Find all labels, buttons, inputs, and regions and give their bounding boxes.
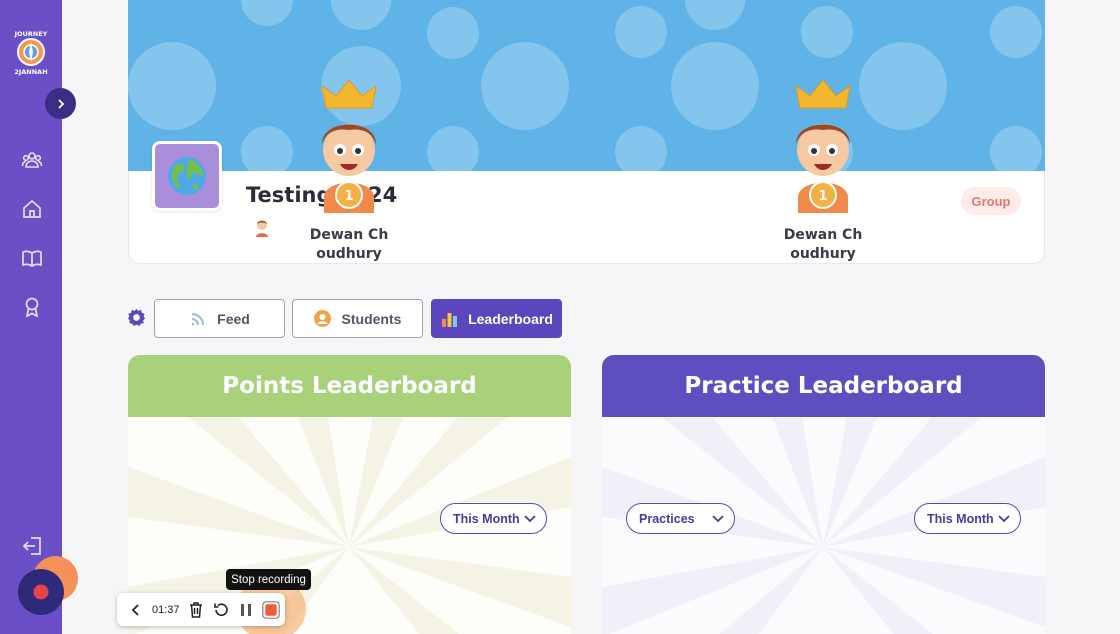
practice-period-dropdown[interactable]: This Month	[914, 503, 1021, 534]
practice-winner-avatar: 1	[788, 78, 858, 213]
tab-leaderboard[interactable]: Leaderboard	[431, 299, 562, 338]
points-leaderboard-title: Points Leaderboard	[128, 355, 571, 417]
stop-recording-tooltip: Stop recording	[226, 569, 311, 590]
restart-icon[interactable]	[212, 601, 230, 619]
globe-icon	[168, 157, 206, 195]
tab-leaderboard-label: Leaderboard	[468, 310, 553, 327]
stop-icon	[261, 600, 280, 619]
chevron-left-icon[interactable]	[127, 601, 145, 619]
rss-icon	[189, 310, 207, 328]
practice-leaderboard-card: Practice Leaderboard Practices This Mont…	[602, 355, 1045, 634]
recording-toolbar: 01:37	[117, 593, 285, 626]
tab-feed-label: Feed	[217, 310, 250, 327]
practice-leaderboard-title: Practice Leaderboard	[602, 355, 1045, 417]
group-cover-banner	[128, 0, 1045, 171]
award-icon[interactable]	[21, 296, 43, 318]
points-period-value: This Month	[453, 511, 520, 526]
svg-text:JOURNEY: JOURNEY	[14, 30, 48, 38]
points-winner-name-line2: oudhury	[316, 246, 382, 262]
practice-filter-value: Practices	[639, 511, 695, 526]
tab-students[interactable]: Students	[292, 299, 423, 338]
expand-sidebar-button[interactable]	[45, 88, 76, 119]
chevron-down-icon	[712, 514, 724, 522]
practice-filter-dropdown[interactable]: Practices	[626, 503, 735, 534]
points-winner-name: Dewan Ch oudhury	[289, 226, 409, 264]
svg-text:2JANNAH: 2JANNAH	[14, 68, 47, 76]
practice-winner-name-line2: oudhury	[790, 246, 856, 262]
pause-icon[interactable]	[237, 601, 255, 619]
points-winner-name-line1: Dewan Ch	[309, 227, 389, 243]
home-icon[interactable]	[21, 198, 43, 220]
practice-winner-name-line1: Dewan Ch	[783, 227, 863, 243]
users-icon[interactable]	[21, 149, 43, 171]
group-avatar	[152, 141, 222, 211]
member-avatar[interactable]	[253, 218, 271, 238]
chevron-down-icon	[524, 514, 536, 522]
practice-leaderboard-body: Practices This Month	[602, 417, 1045, 634]
tab-students-label: Students	[341, 310, 402, 327]
points-winner-avatar: 1	[314, 78, 384, 213]
recording-time: 01:37	[152, 603, 180, 616]
bar-chart-icon	[440, 310, 458, 328]
chevron-right-icon	[57, 98, 64, 109]
practice-winner-rank: 1	[818, 189, 827, 204]
points-winner-rank: 1	[344, 189, 353, 204]
student-icon	[314, 310, 332, 328]
book-icon[interactable]	[21, 247, 43, 269]
journey-logo[interactable]: JOURNEY 2JANNAH	[8, 28, 54, 80]
practice-period-value: This Month	[927, 511, 994, 526]
practice-winner-name: Dewan Ch oudhury	[763, 226, 883, 264]
trash-icon[interactable]	[187, 601, 205, 619]
record-dot-icon	[33, 584, 49, 600]
chevron-down-icon	[998, 514, 1010, 522]
logout-icon[interactable]	[22, 536, 44, 556]
gear-icon[interactable]	[127, 308, 146, 327]
recording-indicator-button[interactable]	[18, 569, 64, 615]
tab-feed[interactable]: Feed	[154, 299, 285, 338]
stop-recording-button[interactable]	[261, 600, 280, 619]
points-period-dropdown[interactable]: This Month	[440, 503, 547, 534]
group-type-badge: Group	[961, 187, 1021, 215]
